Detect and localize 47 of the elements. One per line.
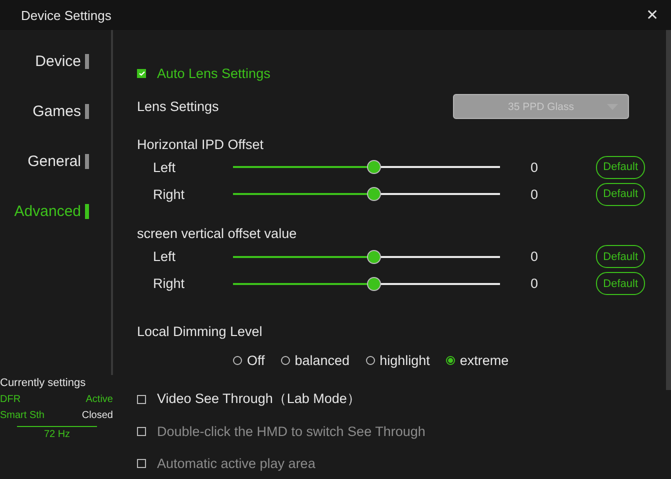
slider-label: Left bbox=[153, 160, 177, 175]
scrollbar[interactable] bbox=[666, 30, 671, 390]
slider-thumb[interactable] bbox=[366, 160, 380, 174]
checkbox-label: Video See Through（Lab Mode） bbox=[157, 390, 361, 408]
slider-value: 0 bbox=[529, 160, 538, 175]
window-title: Device Settings bbox=[21, 8, 112, 22]
checkbox[interactable] bbox=[137, 394, 146, 404]
checkbox[interactable] bbox=[137, 68, 146, 78]
checkbox-label: Double-click the HMD to switch See Through bbox=[157, 422, 426, 441]
radio-option[interactable]: highlight bbox=[366, 352, 430, 368]
slider-label: Left bbox=[153, 249, 177, 264]
status-name: DFR bbox=[0, 394, 21, 405]
status-value: Closed bbox=[82, 410, 113, 421]
slider-thumb[interactable] bbox=[366, 187, 380, 202]
slider-thumb[interactable] bbox=[366, 250, 380, 264]
sidebar-item[interactable]: Device bbox=[35, 51, 89, 72]
slider-label: Right bbox=[153, 276, 186, 292]
radio-icon[interactable] bbox=[366, 356, 375, 365]
slider-label: Right bbox=[153, 186, 186, 202]
sidebar-item[interactable]: Games bbox=[32, 101, 89, 122]
slider-value: 0 bbox=[529, 249, 538, 264]
checkbox-label: Auto Lens Settings bbox=[157, 66, 270, 81]
sidebar-item[interactable]: General bbox=[28, 151, 89, 172]
group-title: Local Dimming Level bbox=[137, 324, 262, 340]
slider-thumb[interactable] bbox=[366, 276, 380, 291]
group-title: Horizontal IPD Offset bbox=[137, 136, 264, 152]
radio-icon[interactable] bbox=[280, 356, 290, 365]
refresh-rate: 72 Hz bbox=[17, 426, 97, 440]
status-name: Smart Sth bbox=[0, 410, 44, 421]
default-button[interactable]: Default bbox=[596, 156, 645, 179]
close-button[interactable]: ✕ bbox=[642, 6, 663, 24]
field-label: Lens Settings bbox=[137, 99, 219, 114]
slider-value: 0 bbox=[529, 186, 538, 202]
slider-value: 0 bbox=[529, 276, 538, 292]
radio-icon[interactable] bbox=[233, 356, 242, 365]
default-button[interactable]: Default bbox=[596, 182, 645, 206]
checkbox-label: Automatic active play area bbox=[157, 454, 316, 473]
sidebar-item[interactable]: Advanced bbox=[14, 201, 89, 222]
default-button[interactable]: Default bbox=[596, 245, 645, 268]
radio-option[interactable]: Off bbox=[233, 352, 265, 368]
radio-icon[interactable] bbox=[446, 356, 455, 365]
group-title: screen vertical offset value bbox=[137, 226, 297, 242]
status-value: Active bbox=[86, 394, 113, 405]
radio-option[interactable]: balanced bbox=[280, 352, 350, 368]
default-button[interactable]: Default bbox=[596, 272, 645, 296]
radio-option[interactable]: extreme bbox=[446, 352, 509, 368]
status-title: Currently settings bbox=[0, 377, 87, 389]
